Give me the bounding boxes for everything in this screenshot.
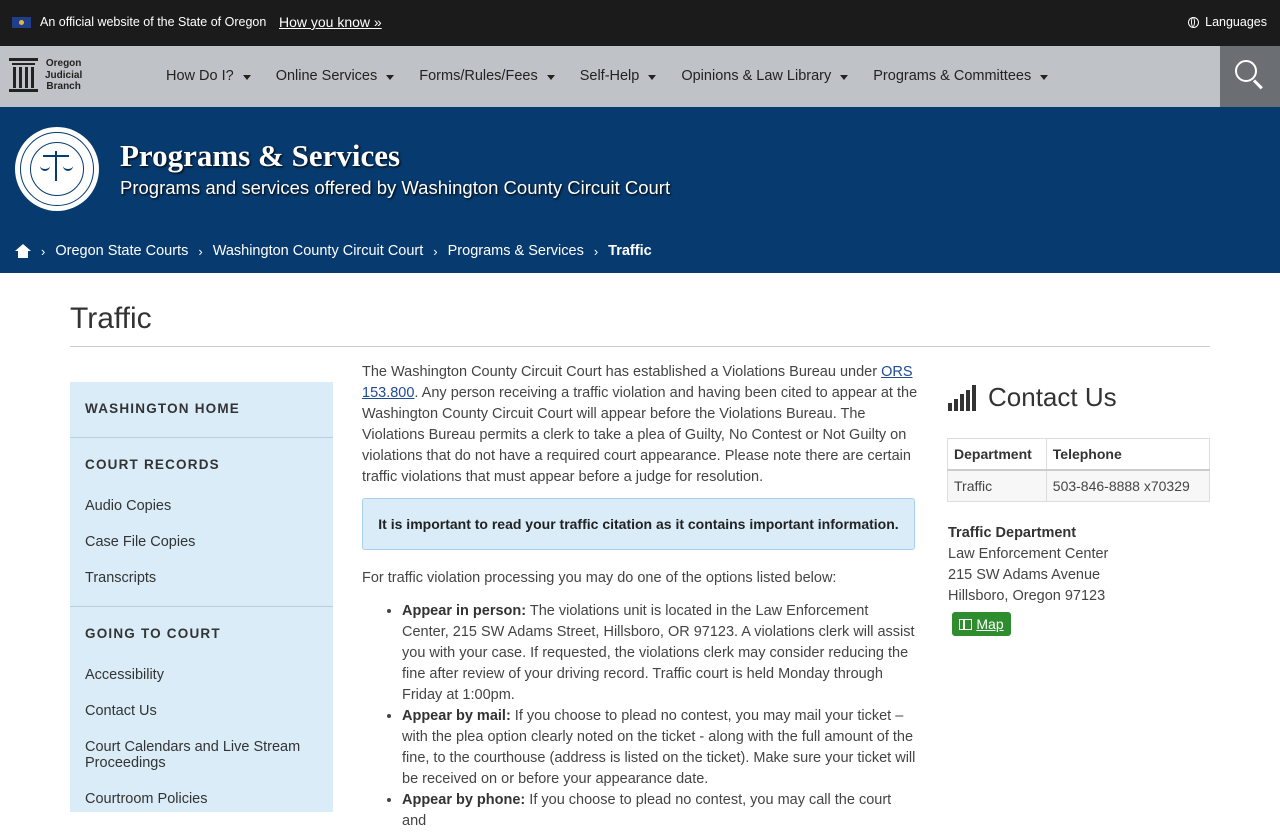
sidebar-item-audio-copies[interactable]: Audio Copies [85,498,315,514]
nav-menu: How Do I? Online Services Forms/Rules/Fe… [166,68,1073,84]
sidebar-item-court-calendars[interactable]: Court Calendars and Live Stream Proceedi… [85,739,315,771]
list-item: Appear by mail: If you choose to plead n… [402,706,918,790]
globe-icon [1188,16,1200,28]
table-cell-department: Traffic [947,469,1047,502]
title-divider [70,346,1210,347]
main-content: The Washington County Circuit Court has … [362,362,918,488]
address-department: Traffic Department [948,525,1077,541]
hero-subtitle: Programs and services offered by Washing… [120,177,671,198]
options-intro: For traffic violation processing you may… [362,570,837,586]
sidebar-section-going-to-court[interactable]: GOING TO COURT [85,626,221,641]
address-line: Hillsboro, Oregon 97123 [948,588,1106,604]
judicial-department-seal-icon [15,127,99,211]
ojb-logo-icon[interactable] [9,58,38,92]
caret-down-icon [242,75,251,80]
chevron-right-icon: › [433,243,438,259]
languages-label: Languages [1205,15,1267,29]
sidebar-item-contact-us[interactable]: Contact Us [85,703,315,719]
nav-item-forms-rules-fees[interactable]: Forms/Rules/Fees [419,68,555,84]
search-button[interactable] [1220,46,1280,107]
map-button[interactable]: Map [952,612,1011,636]
official-banner: An official website of the State of Oreg… [0,0,1280,46]
nav-item-programs-committees[interactable]: Programs & Committees [873,68,1049,84]
address-line: Law Enforcement Center [948,546,1109,562]
breadcrumb-oregon-state-courts[interactable]: Oregon State Courts [55,243,188,259]
oregon-flag-icon [12,17,31,28]
breadcrumb-programs-services[interactable]: Programs & Services [448,243,584,259]
page-hero: Programs & Services Programs and service… [0,107,1280,273]
list-item: Appear in person: The violations unit is… [402,601,918,706]
breadcrumb: › Oregon State Courts › Washington Count… [15,243,652,259]
sidebar-item-transcripts[interactable]: Transcripts [85,570,315,586]
contact-heading: Contact Us [948,382,1117,413]
nav-item-opinions-law-library[interactable]: Opinions & Law Library [681,68,849,84]
sidebar-divider [70,606,333,607]
caret-down-icon [386,75,395,80]
breadcrumb-current: Traffic [608,243,652,259]
signal-bars-icon [948,384,980,411]
official-site-text: An official website of the State of Oreg… [40,15,267,29]
contact-table: Department Telephone Traffic 503-846-888… [947,438,1211,502]
table-row: Traffic 503-846-8888 x70329 [947,469,1211,502]
table-header-department: Department [947,438,1047,471]
caret-down-icon [546,75,555,80]
options-list: Appear in person: The violations unit is… [362,601,918,832]
caret-down-icon [840,75,849,80]
languages-button[interactable]: Languages [1188,15,1267,29]
search-icon [1235,60,1257,82]
sidebar-divider [70,437,333,438]
nav-item-how-do-i[interactable]: How Do I? [166,68,251,84]
hero-title: Programs & Services [120,138,401,173]
sidebar-item-accessibility[interactable]: Accessibility [85,667,315,683]
chevron-right-icon: › [41,243,46,259]
breadcrumb-washington-county[interactable]: Washington County Circuit Court [213,243,424,259]
address-block: Traffic Department Law Enforcement Cente… [948,523,1108,607]
table-cell-telephone: 503-846-8888 x70329 [1045,469,1211,502]
citation-alert: It is important to read your traffic cit… [362,498,915,550]
intro-paragraph: The Washington County Circuit Court has … [362,364,918,485]
chevron-right-icon: › [593,243,599,259]
ojb-logo-text[interactable]: Oregon Judicial Branch [45,58,82,93]
sidebar-item-case-file-copies[interactable]: Case File Copies [85,534,315,550]
nav-item-online-services[interactable]: Online Services [276,68,395,84]
address-line: 215 SW Adams Avenue [948,567,1101,583]
caret-down-icon [1040,75,1049,80]
caret-down-icon [648,75,657,80]
table-header-telephone: Telephone [1045,438,1211,471]
sidebar-washington-home[interactable]: WASHINGTON HOME [85,401,240,416]
main-nav: Oregon Judicial Branch How Do I? Online … [0,46,1280,107]
list-item: Appear by phone: If you choose to plead … [402,790,918,832]
how-you-know-link[interactable]: How you know » [279,14,382,30]
chevron-right-icon: › [198,243,203,259]
map-icon [959,618,973,630]
sidebar: WASHINGTON HOME COURT RECORDS Audio Copi… [70,382,333,812]
home-icon[interactable] [15,244,31,258]
sidebar-item-courtroom-policies[interactable]: Courtroom Policies [85,791,315,807]
page-title: Traffic [70,302,152,335]
sidebar-section-court-records[interactable]: COURT RECORDS [85,457,220,472]
nav-item-self-help[interactable]: Self-Help [580,68,657,84]
